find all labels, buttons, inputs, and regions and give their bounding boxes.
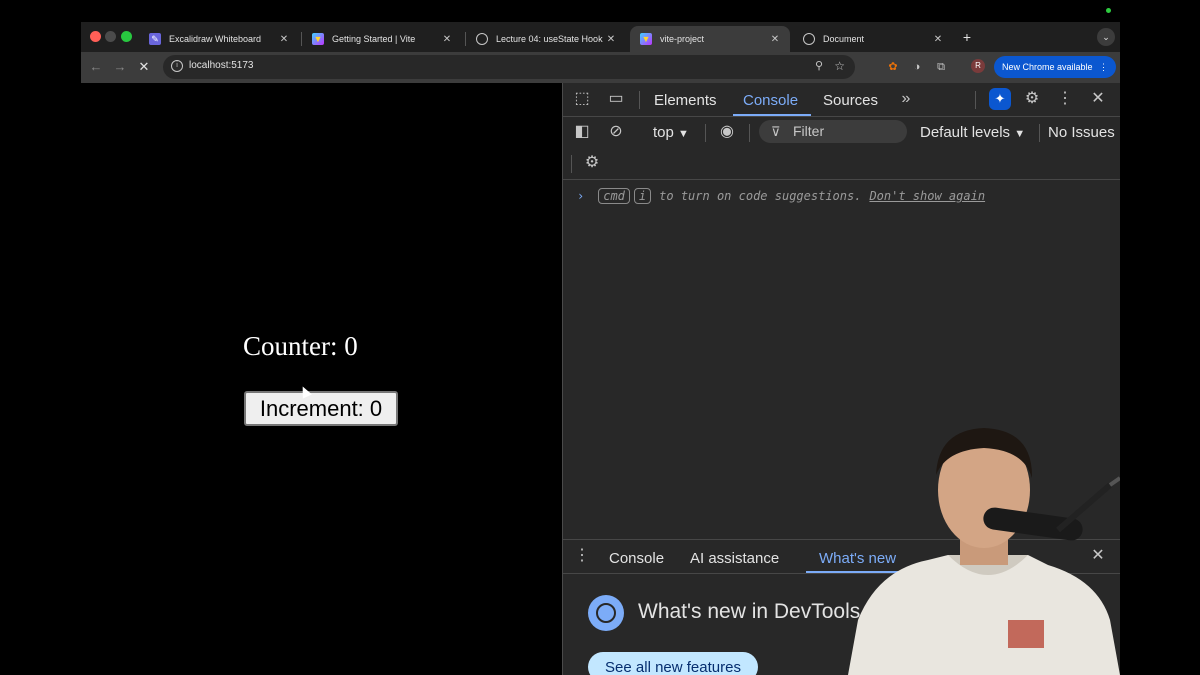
chevron-down-icon: ▼	[678, 128, 689, 140]
filter-placeholder: Filter	[793, 123, 825, 139]
new-tab-button[interactable]: +	[958, 28, 976, 46]
console-prompt[interactable]: › cmd i to turn on code suggestions. Don…	[577, 188, 985, 204]
tab-sources[interactable]: Sources	[823, 92, 878, 109]
close-tab-icon[interactable]: ✕	[277, 34, 291, 45]
page-viewport: Counter: 0 Increment: 0	[81, 83, 562, 675]
incognito-icon[interactable]: ◑	[909, 59, 925, 75]
divider	[639, 91, 640, 109]
console-filter-bar: ◧ ⊘ top ▼ ◉ ⊽ Filter Default levels ▼ No…	[563, 117, 1120, 147]
close-tab-icon[interactable]: ✕	[440, 34, 454, 45]
console-settings-gear-icon[interactable]: ⚙	[581, 153, 603, 173]
tab-excalidraw[interactable]: ✎ Excalidraw Whiteboard ✕	[139, 26, 299, 52]
extensions-puzzle-icon[interactable]: ⧉	[933, 59, 949, 75]
extension-icon[interactable]: ✿	[885, 59, 901, 75]
tab-lecture[interactable]: Lecture 04: useState Hook ✕	[466, 26, 626, 52]
tab-title: Excalidraw Whiteboard	[169, 34, 262, 44]
globe-icon	[476, 33, 488, 45]
ai-assistance-icon[interactable]: ✦	[989, 88, 1011, 110]
more-tabs-icon[interactable]: »	[895, 89, 917, 109]
i-key: i	[633, 188, 652, 204]
tab-vite-project[interactable]: ▼ vite-project ✕	[630, 26, 790, 52]
log-levels-selector[interactable]: Default levels ▼	[920, 124, 1025, 141]
sidebar-toggle-icon[interactable]: ◧	[571, 122, 593, 142]
context-selector[interactable]: top ▼	[653, 124, 689, 141]
see-all-new-features-button[interactable]: See all new features	[588, 652, 758, 675]
url-text: localhost:5173	[189, 60, 254, 71]
tab-search-button[interactable]: ⌄	[1097, 28, 1115, 46]
site-info-icon[interactable]: i	[171, 60, 183, 72]
divider	[749, 124, 750, 142]
levels-label: Default levels	[920, 124, 1011, 141]
inspect-element-icon[interactable]: ⬚	[571, 89, 593, 109]
clear-console-icon[interactable]: ⊘	[605, 122, 627, 142]
bookmark-star-icon[interactable]: ☆	[834, 59, 845, 73]
tab-elements[interactable]: Elements	[654, 92, 717, 109]
globe-icon	[803, 33, 815, 45]
divider	[975, 91, 976, 109]
suggestion-text: to turn on code suggestions.	[659, 189, 862, 203]
tab-console[interactable]: Console	[743, 92, 798, 109]
tab-title: Getting Started | Vite	[332, 34, 416, 44]
more-options-icon[interactable]: ⋮	[1054, 89, 1076, 109]
filter-icon: ⊽	[771, 124, 781, 139]
zoom-icon[interactable]: ⚲	[815, 59, 823, 72]
presenter-webcam-overlay	[848, 428, 1120, 675]
close-window-button[interactable]	[90, 31, 101, 42]
live-expression-eye-icon[interactable]: ◉	[716, 122, 738, 142]
divider	[1039, 124, 1040, 142]
prompt-chevron-icon: ›	[577, 189, 585, 203]
devtools-tab-bar: ⬚ ▭ Elements Console Sources » ✦ ⚙ ⋮ ✕	[563, 83, 1120, 117]
zoom-window-button[interactable]	[121, 31, 132, 42]
browser-toolbar: ← → ✕ i localhost:5173 ⚲ ☆ ✿ ◑ ⧉ R New C…	[81, 52, 1120, 83]
context-label: top	[653, 124, 674, 141]
drawer-menu-icon[interactable]: ⋮	[571, 546, 593, 566]
stop-loading-button[interactable]: ✕	[135, 58, 153, 76]
close-devtools-icon[interactable]: ✕	[1087, 89, 1109, 109]
dont-show-again-link[interactable]: Don't show again	[869, 189, 985, 203]
console-settings-row: ⚙	[563, 147, 1120, 180]
chrome-devtools-logo-icon	[588, 595, 624, 631]
tab-title: Document	[823, 34, 865, 44]
active-tab-indicator	[733, 114, 811, 116]
tab-strip: ✎ Excalidraw Whiteboard ✕ ▼ Getting Star…	[81, 22, 1120, 52]
minimize-window-button[interactable]	[105, 31, 116, 42]
update-label: New Chrome available	[1002, 62, 1093, 72]
divider	[705, 124, 706, 142]
tab-vite-docs[interactable]: ▼ Getting Started | Vite ✕	[302, 26, 462, 52]
more-menu-icon: ⋮	[1099, 61, 1108, 72]
settings-gear-icon[interactable]: ⚙	[1021, 89, 1043, 109]
issues-counter[interactable]: No Issues	[1048, 124, 1115, 141]
close-tab-icon[interactable]: ✕	[931, 34, 945, 45]
counter-heading: Counter: 0	[243, 331, 358, 361]
close-tab-icon[interactable]: ✕	[604, 34, 618, 45]
device-toolbar-icon[interactable]: ▭	[605, 89, 627, 109]
drawer-tab-ai-assistance[interactable]: AI assistance	[690, 550, 779, 567]
chevron-down-icon: ▼	[1014, 128, 1026, 140]
filter-input[interactable]: ⊽ Filter	[759, 120, 907, 143]
vite-icon: ▼	[640, 33, 652, 45]
increment-button[interactable]: Increment: 0	[244, 391, 398, 426]
tab-title: vite-project	[660, 34, 705, 44]
drawer-tab-console[interactable]: Console	[609, 550, 664, 567]
recording-indicator	[1106, 8, 1111, 13]
address-bar[interactable]: i localhost:5173 ⚲ ☆	[163, 55, 855, 79]
tab-document[interactable]: Document ✕	[793, 26, 953, 52]
back-button[interactable]: ←	[87, 58, 105, 76]
tab-title: Lecture 04: useState Hook	[496, 34, 603, 44]
profile-avatar[interactable]: R	[971, 59, 985, 73]
close-tab-icon[interactable]: ✕	[768, 34, 782, 45]
excalidraw-icon: ✎	[149, 33, 161, 45]
cmd-key: cmd	[598, 188, 630, 204]
vite-icon: ▼	[312, 33, 324, 45]
divider	[571, 155, 572, 173]
new-chrome-available-button[interactable]: New Chrome available ⋮	[994, 56, 1116, 78]
forward-button[interactable]: →	[111, 58, 129, 76]
